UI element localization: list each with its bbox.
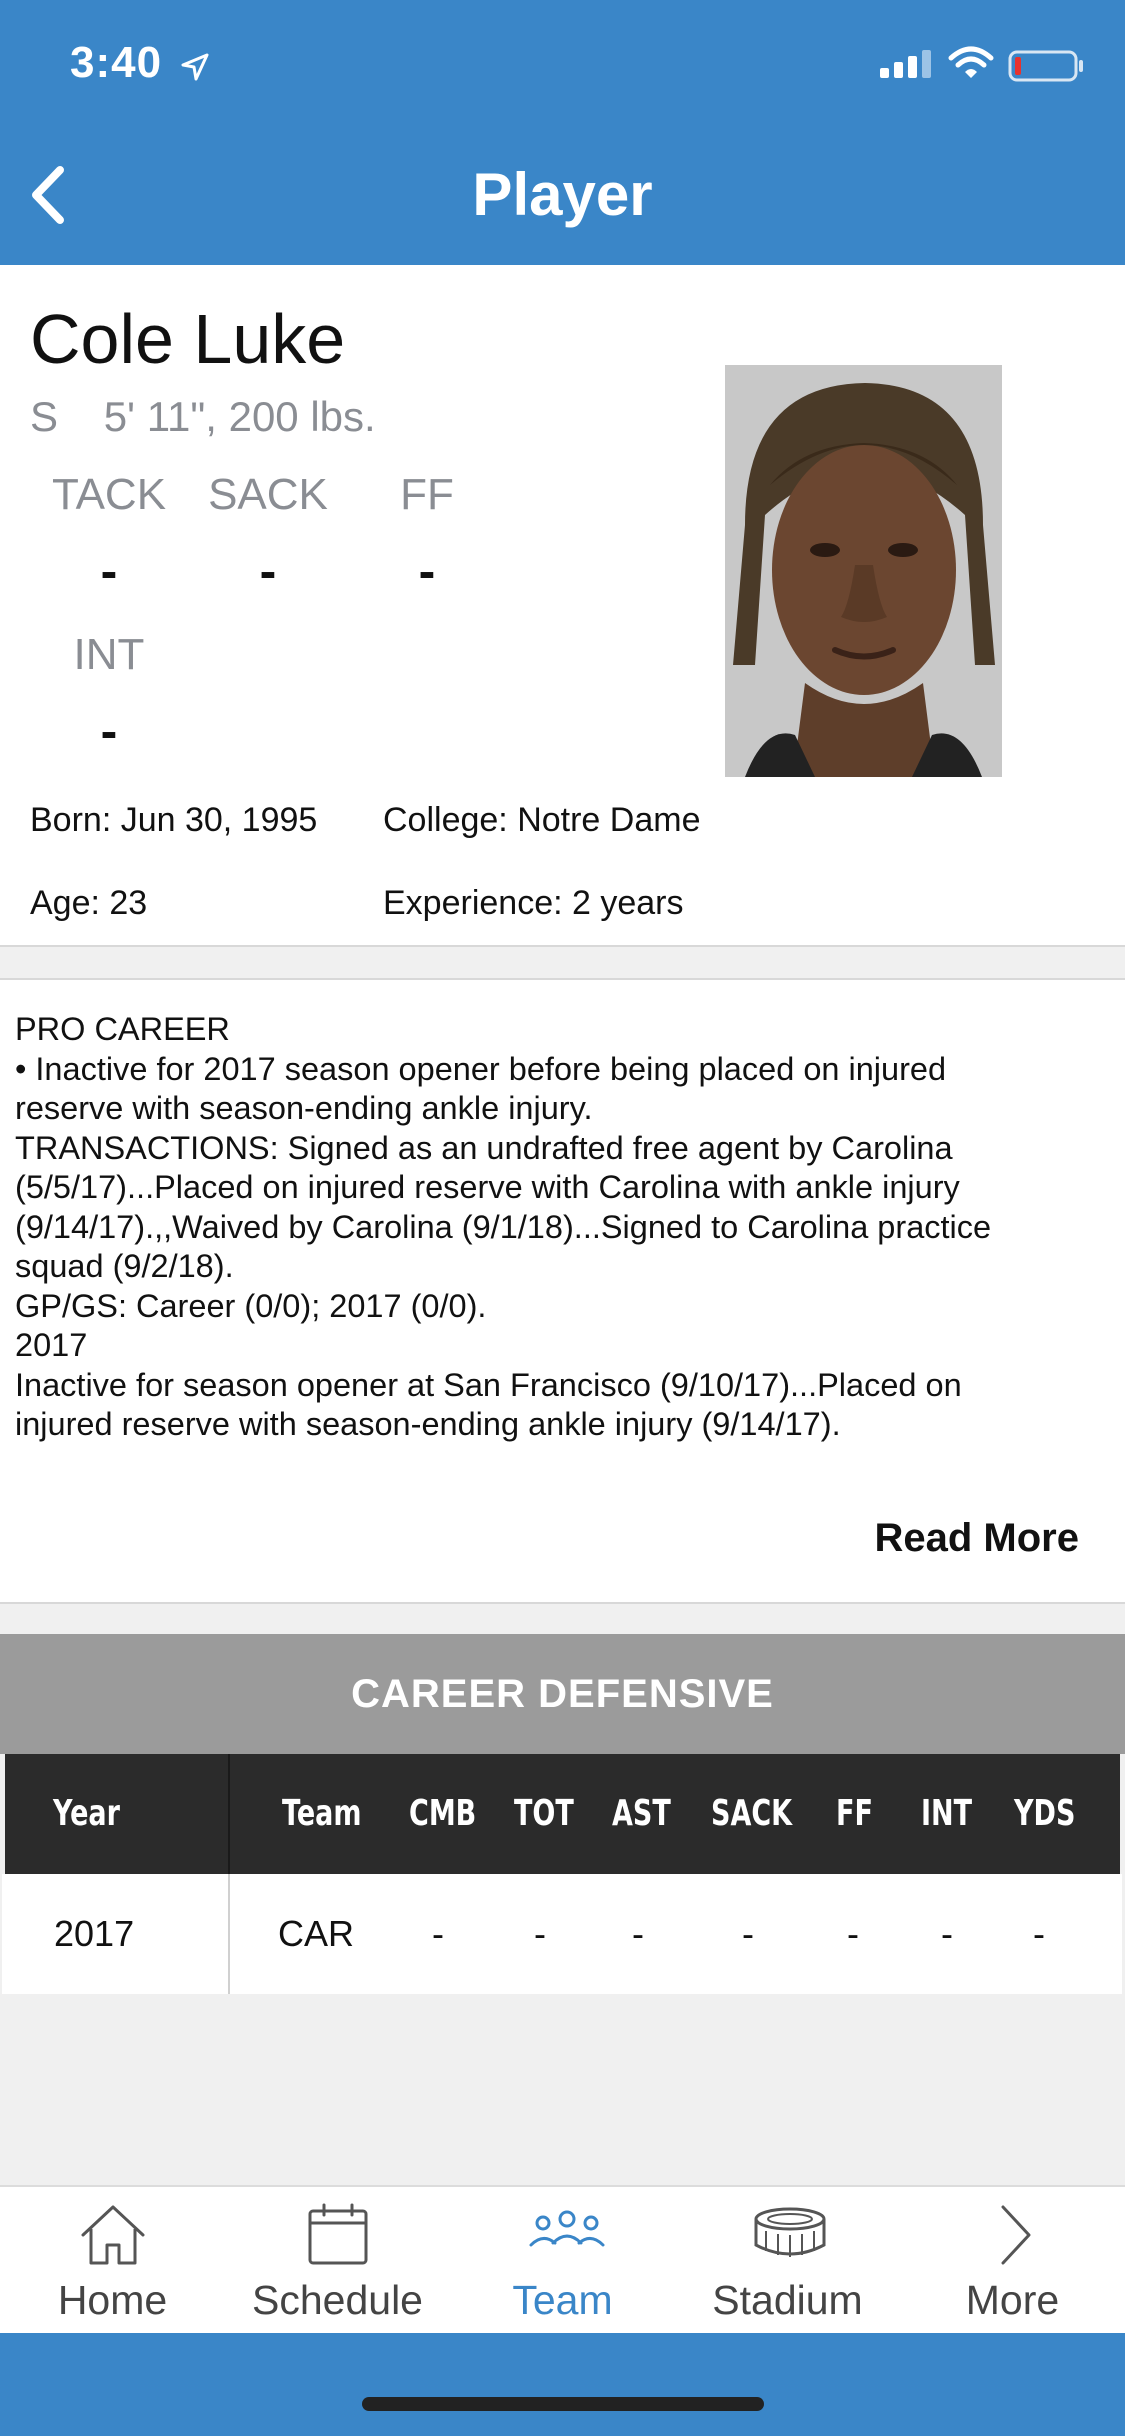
bio-college: College: Notre Dame	[383, 801, 701, 839]
player-bio: Born: Jun 30, 1995 College: Notre Dame A…	[0, 777, 1125, 947]
column-header-cmb[interactable]: CMB	[409, 1754, 476, 1874]
cell-team: CAR	[278, 1913, 355, 1954]
career-notes-line: • Inactive for 2017 season opener before…	[15, 1050, 947, 1087]
house-icon	[81, 2205, 145, 2265]
people-icon	[529, 2210, 605, 2247]
stat-value: -	[418, 543, 436, 599]
tab-label: More	[965, 2277, 1060, 2323]
bio-born: Born: Jun 30, 1995	[30, 801, 318, 839]
tab-team[interactable]: Team	[450, 2187, 675, 2335]
cell-year: 2017	[54, 1913, 135, 1954]
cell-yds: -	[1033, 1913, 1045, 1954]
career-notes-line: reserve with season-ending ankle injury.	[15, 1090, 593, 1126]
tab-label: Home	[57, 2277, 168, 2323]
career-notes-line: GP/GS: Career (0/0); 2017 (0/0).	[15, 1287, 487, 1324]
read-more-button[interactable]: Read More	[875, 1516, 1080, 1561]
tab-label: Stadium	[712, 2277, 863, 2323]
career-notes-line: PRO CAREER	[15, 1011, 230, 1047]
table-row: 2017 CAR - - - - - - -	[2, 1874, 1122, 1994]
home-indicator-area	[0, 2333, 1125, 2436]
player-photo	[725, 365, 1002, 777]
column-header-ff[interactable]: FF	[836, 1754, 873, 1874]
battery-icon	[1008, 50, 1083, 82]
stat-value: -	[259, 543, 277, 599]
column-header-yds[interactable]: YDS	[1014, 1754, 1075, 1874]
stat-tack: TACK -	[29, 470, 189, 600]
stat-sack: SACK -	[188, 470, 348, 600]
bio-experience: Experience: 2 years	[383, 884, 684, 922]
cell-sack: -	[742, 1913, 754, 1954]
stat-label: TACK	[51, 470, 167, 519]
stadium-icon	[754, 2207, 826, 2257]
tab-label: Team	[512, 2277, 613, 2323]
stat-value: -	[100, 703, 118, 759]
player-position: S	[30, 393, 59, 440]
stat-label: INT	[73, 630, 145, 679]
player-header: Cole Luke S 5' 11", 200 lbs. TACK - SACK…	[0, 265, 1125, 779]
career-defensive-title: CAREER DEFENSIVE	[0, 1634, 1125, 1754]
career-notes-line: TRANSACTIONS: Signed as an undrafted fre…	[15, 1129, 953, 1166]
status-bar: 3:40	[0, 0, 1125, 130]
career-notes-text: PRO CAREER • Inactive for 2017 season op…	[15, 1010, 1110, 1445]
column-header-ast[interactable]: AST	[612, 1754, 671, 1874]
player-name: Cole Luke	[30, 300, 346, 378]
stat-value: -	[100, 543, 118, 599]
tab-bar: Home Schedule Team Stadium More	[0, 2185, 1125, 2335]
tab-home[interactable]: Home	[0, 2187, 225, 2335]
bio-age: Age: 23	[30, 884, 148, 922]
column-header-sack[interactable]: SACK	[711, 1754, 792, 1874]
tab-schedule[interactable]: Schedule	[225, 2187, 450, 2335]
career-notes-line: Inactive for season opener at San Franci…	[15, 1366, 962, 1403]
career-notes-line: 2017	[15, 1327, 88, 1363]
tab-more[interactable]: More	[900, 2187, 1125, 2335]
column-header-tot[interactable]: TOT	[514, 1754, 574, 1874]
chevron-right-icon	[1001, 2205, 1031, 2265]
stat-ff: FF -	[347, 470, 507, 600]
column-header-year[interactable]: Year	[53, 1754, 120, 1874]
player-position-size: S 5' 11", 200 lbs.	[30, 393, 376, 441]
table-header: Year Team CMB TOT AST SACK FF INT YDS	[5, 1754, 1120, 1874]
cell-tot: -	[534, 1913, 546, 1954]
career-notes-line: injured reserve with season-ending ankle…	[15, 1406, 841, 1442]
cell-ast: -	[632, 1913, 644, 1954]
tab-stadium[interactable]: Stadium	[675, 2187, 900, 2335]
column-header-int[interactable]: INT	[921, 1754, 972, 1874]
calendar-icon	[308, 2203, 368, 2265]
cellular-signal-icon	[880, 50, 931, 78]
cell-ff: -	[847, 1913, 859, 1954]
wifi-icon	[948, 46, 994, 78]
stat-label: SACK	[208, 470, 328, 519]
cell-cmb: -	[432, 1913, 444, 1954]
location-arrow-icon	[181, 53, 209, 81]
column-header-team[interactable]: Team	[282, 1754, 362, 1874]
career-notes-line: (9/14/17).,,Waived by Carolina (9/1/18).…	[15, 1208, 992, 1245]
stat-label: FF	[400, 470, 454, 519]
career-notes: PRO CAREER • Inactive for 2017 season op…	[0, 978, 1125, 1604]
status-time: 3:40	[70, 38, 163, 87]
home-indicator[interactable]	[362, 2397, 764, 2411]
career-notes-line: (5/5/17)...Placed on injured reserve wit…	[15, 1169, 960, 1205]
cell-int: -	[941, 1913, 953, 1954]
career-notes-line: squad (9/2/18).	[15, 1248, 234, 1284]
page-title: Player	[472, 161, 653, 228]
nav-bar: Player	[0, 130, 1125, 265]
player-size: 5' 11", 200 lbs.	[103, 393, 376, 440]
stat-int: INT -	[29, 630, 189, 760]
tab-label: Schedule	[252, 2277, 423, 2323]
